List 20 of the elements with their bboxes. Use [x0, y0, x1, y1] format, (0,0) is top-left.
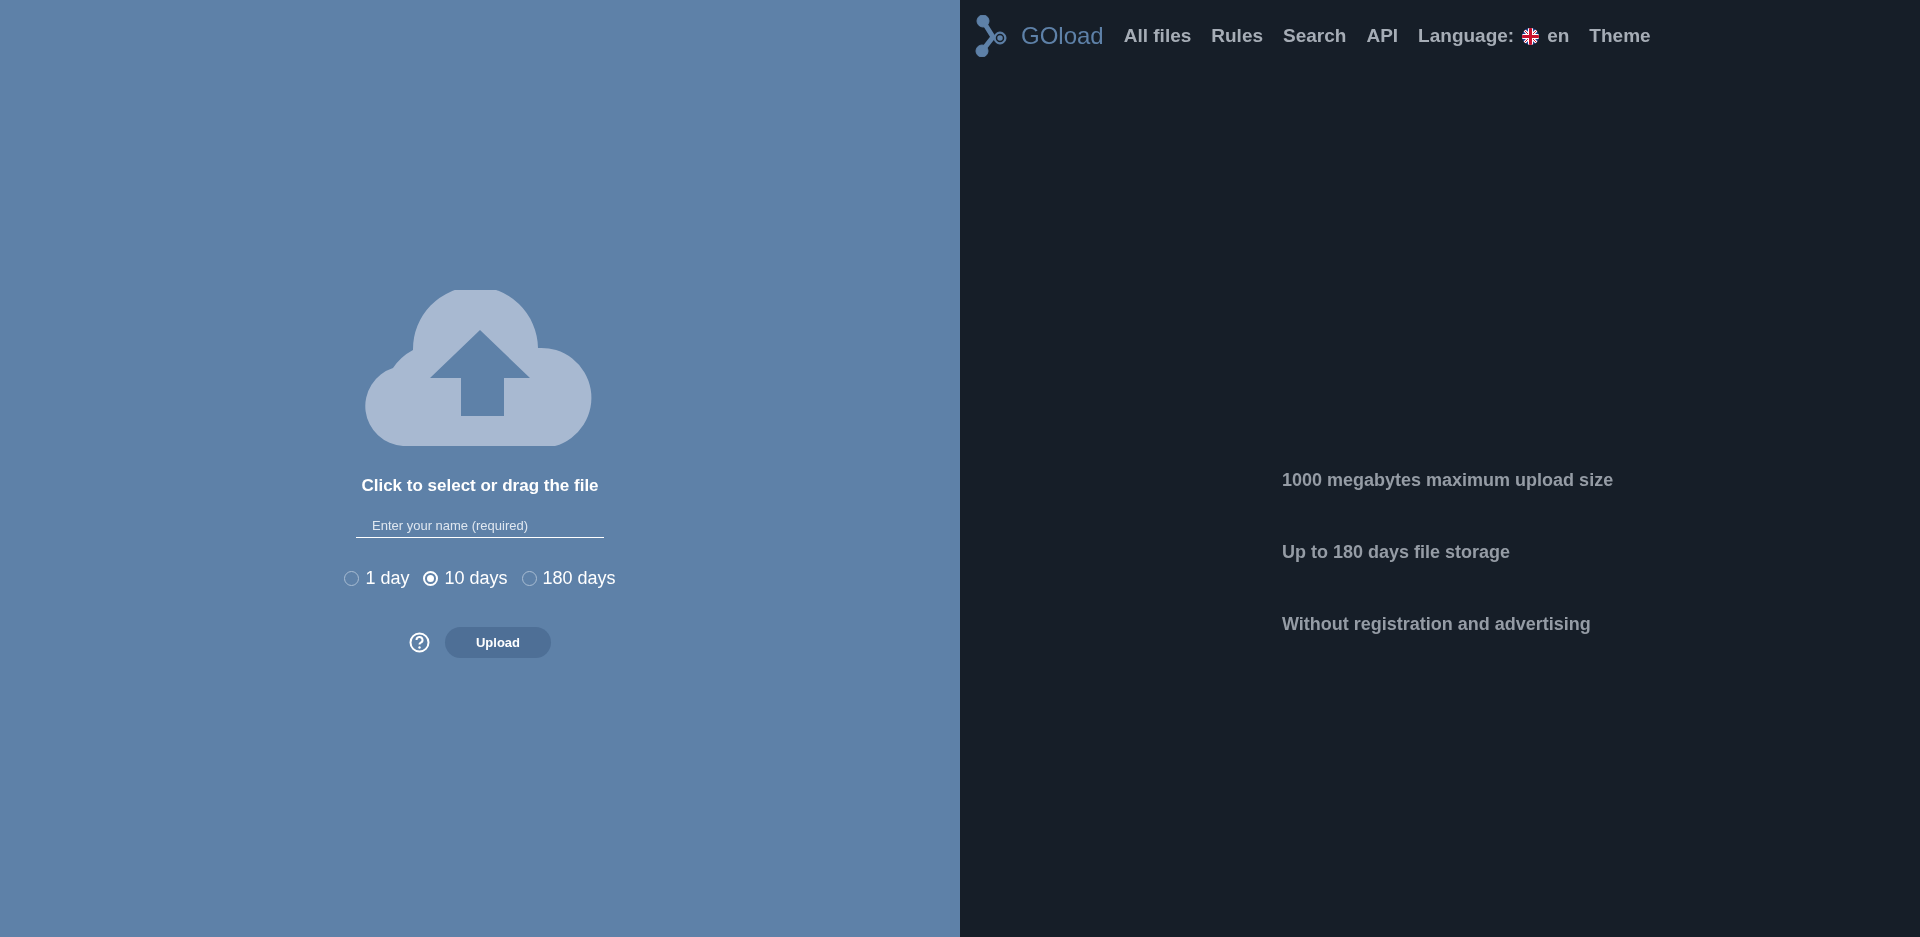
help-icon[interactable]	[409, 632, 430, 653]
nav-link[interactable]: All files	[1123, 25, 1192, 47]
logo-icon[interactable]	[975, 15, 1009, 57]
nav-link[interactable]: Search	[1283, 25, 1347, 47]
feature-text: 1000 megabytes maximum upload size	[1282, 469, 1615, 492]
nav-link[interactable]: API	[1366, 25, 1399, 47]
duration-radio[interactable]: 1 day	[344, 568, 410, 589]
name-input-field[interactable]: Enter your name (required)	[356, 514, 604, 538]
language-label: Language:	[1418, 25, 1515, 47]
flag-icon	[1522, 27, 1540, 45]
upload-prompt[interactable]: Click to select or drag the file	[361, 476, 599, 496]
theme-link[interactable]: Theme	[1589, 25, 1651, 47]
brand-name[interactable]: GOload	[1021, 22, 1104, 50]
language-link[interactable]: en	[1547, 25, 1570, 47]
feature-text: Up to 180 days file storage	[1282, 541, 1512, 564]
upload-button[interactable]: Upload	[445, 627, 551, 658]
duration-radio[interactable]: 180 days	[521, 568, 616, 589]
feature-text: Without registration and advertising	[1282, 613, 1592, 636]
duration-radio[interactable]: 10 days	[423, 568, 508, 589]
nav-link[interactable]: Rules	[1211, 25, 1264, 47]
